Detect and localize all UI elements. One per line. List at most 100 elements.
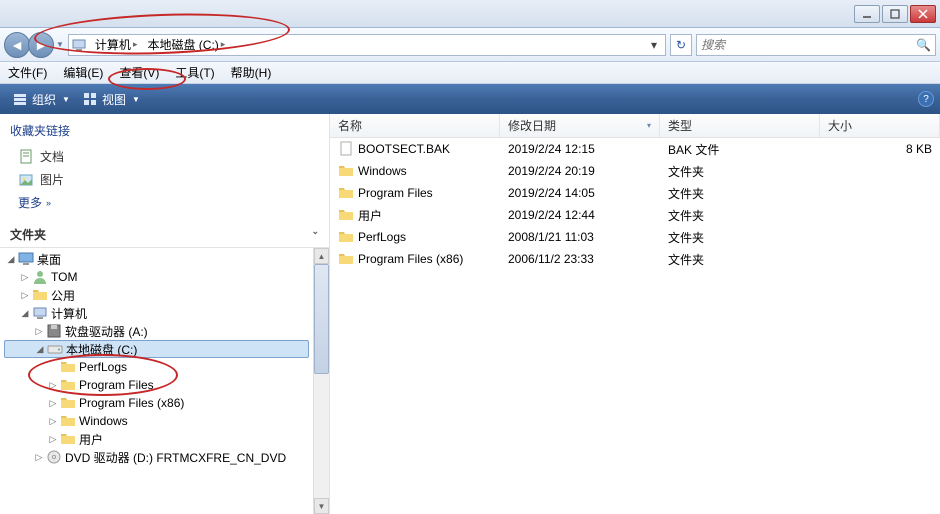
tree-twisty-icon[interactable]: ◢ xyxy=(33,344,47,355)
tree-item--[interactable]: ▷ 用户 xyxy=(4,430,309,448)
tree-item--[interactable]: ◢计算机 xyxy=(4,304,309,322)
document-icon xyxy=(18,149,34,165)
refresh-button[interactable]: ↻ xyxy=(670,34,692,56)
tree-twisty-icon[interactable]: ▷ xyxy=(46,380,60,391)
file-row[interactable]: Program Files2019/2/24 14:05文件夹 xyxy=(330,182,940,204)
menu-file[interactable]: 文件(F) xyxy=(8,64,47,81)
file-name: Program Files xyxy=(358,186,433,200)
menu-edit[interactable]: 编辑(E) xyxy=(63,64,103,81)
breadcrumb-dropdown[interactable]: ▾ xyxy=(645,38,663,52)
tree-twisty-icon[interactable]: ▷ xyxy=(46,416,60,427)
user-icon xyxy=(32,269,48,285)
computer-icon xyxy=(71,37,87,53)
tree-item-windows[interactable]: ▷ Windows xyxy=(4,412,309,430)
favorites-more[interactable]: 更多» xyxy=(10,191,319,214)
views-icon xyxy=(82,91,98,107)
tree-twisty-icon[interactable]: ▷ xyxy=(32,452,46,463)
tree-item--[interactable]: ▷公用 xyxy=(4,286,309,304)
tree-item-program-files-x86-[interactable]: ▷Program Files (x86) xyxy=(4,394,309,412)
search-icon[interactable]: 🔍 xyxy=(916,38,931,52)
tree-item-perflogs[interactable]: PerfLogs xyxy=(4,358,309,376)
column-type[interactable]: 类型 xyxy=(660,114,820,137)
computer-icon xyxy=(32,305,48,321)
file-rows: BOOTSECT.BAK2019/2/24 12:15BAK 文件8 KBWin… xyxy=(330,138,940,514)
scroll-thumb[interactable] xyxy=(314,264,329,374)
forward-button[interactable]: ► xyxy=(28,32,54,58)
file-date: 2019/2/24 12:15 xyxy=(500,142,660,156)
scroll-track[interactable] xyxy=(314,264,329,498)
back-button[interactable]: ◄ xyxy=(4,32,30,58)
tree-twisty-icon[interactable]: ◢ xyxy=(18,308,32,319)
views-button[interactable]: 视图▼ xyxy=(76,89,146,110)
close-button[interactable] xyxy=(910,5,936,23)
file-date: 2019/2/24 20:19 xyxy=(500,164,660,178)
maximize-button[interactable] xyxy=(882,5,908,23)
tree-scrollbar[interactable]: ▲ ▼ xyxy=(313,248,329,514)
tree-item-program-files[interactable]: ▷ Program Files xyxy=(4,376,309,394)
file-size: 8 KB xyxy=(820,142,940,156)
tree-item--a-[interactable]: ▷软盘驱动器 (A:) xyxy=(4,322,309,340)
favorites-header: 收藏夹链接 xyxy=(10,122,319,139)
tree-item-tom[interactable]: ▷TOM xyxy=(4,268,309,286)
menu-help[interactable]: 帮助(H) xyxy=(231,64,272,81)
tree-twisty-icon[interactable]: ◢ xyxy=(4,254,18,265)
file-name: PerfLogs xyxy=(358,230,406,244)
tree-twisty-icon[interactable]: ▷ xyxy=(18,272,32,283)
file-row[interactable]: PerfLogs 2008/1/21 11:03文件夹 xyxy=(330,226,940,248)
chevron-down-icon: ▼ xyxy=(132,95,140,104)
command-bar: 组织▼ 视图▼ ? xyxy=(0,84,940,114)
scroll-down-button[interactable]: ▼ xyxy=(314,498,329,514)
tree-item--c-[interactable]: ◢ 本地磁盘 (C:) xyxy=(4,340,309,358)
menu-view[interactable]: 查看(V) xyxy=(119,64,159,81)
column-headers: 名称 修改日期▾ 类型 大小 xyxy=(330,114,940,138)
tree-item-label: Windows xyxy=(79,414,128,428)
search-input[interactable] xyxy=(701,38,916,52)
folder-icon xyxy=(60,395,76,411)
column-date[interactable]: 修改日期▾ xyxy=(500,114,660,137)
file-row[interactable]: Program Files (x86)2006/11/2 23:33文件夹 xyxy=(330,248,940,270)
file-type: 文件夹 xyxy=(660,251,820,268)
search-box[interactable]: 🔍 xyxy=(696,34,936,56)
minimize-button[interactable] xyxy=(854,5,880,23)
scroll-up-button[interactable]: ▲ xyxy=(314,248,329,264)
file-row[interactable]: Windows2019/2/24 20:19文件夹 xyxy=(330,160,940,182)
tree-item-dvd-d-frtmcxfre_cn_dvd[interactable]: ▷ DVD 驱动器 (D:) FRTMCXFRE_CN_DVD xyxy=(4,448,309,466)
tree-twisty-icon[interactable]: ▷ xyxy=(46,398,60,409)
file-row[interactable]: 用户2019/2/24 12:44文件夹 xyxy=(330,204,940,226)
tree-item-label: PerfLogs xyxy=(79,360,127,374)
collapse-icon[interactable]: ⌄ xyxy=(311,226,319,237)
file-type: 文件夹 xyxy=(660,185,820,202)
tree-item-label: Program Files xyxy=(79,378,154,392)
tree-twisty-icon[interactable]: ▷ xyxy=(18,290,32,301)
menu-bar: 文件(F) 编辑(E) 查看(V) 工具(T) 帮助(H) xyxy=(0,62,940,84)
menu-tools[interactable]: 工具(T) xyxy=(175,64,214,81)
nav-history-dropdown[interactable]: ▼ xyxy=(56,40,64,49)
favorite-label: 图片 xyxy=(40,171,64,188)
file-type: 文件夹 xyxy=(660,229,820,246)
tree-item-label: DVD 驱动器 (D:) FRTMCXFRE_CN_DVD xyxy=(65,449,286,466)
folders-header[interactable]: 文件夹 ⌄ xyxy=(0,220,329,247)
navigation-bar: ◄ ► ▼ 计算机▸ 本地磁盘 (C:)▸ ▾ ↻ 🔍 xyxy=(0,28,940,62)
organize-button[interactable]: 组织▼ xyxy=(6,89,76,110)
breadcrumb[interactable]: 计算机▸ 本地磁盘 (C:)▸ ▾ xyxy=(68,34,666,56)
tree-item-label: 本地磁盘 (C:) xyxy=(66,341,137,358)
dvd-icon xyxy=(46,449,62,465)
breadcrumb-seg-drive[interactable]: 本地磁盘 (C:)▸ xyxy=(143,36,231,53)
column-size[interactable]: 大小 xyxy=(820,114,940,137)
favorite-label: 文档 xyxy=(40,148,64,165)
file-name: BOOTSECT.BAK xyxy=(358,142,450,156)
help-button[interactable]: ? xyxy=(918,91,934,107)
favorite-documents[interactable]: 文档 xyxy=(10,145,319,168)
tree-item--[interactable]: ◢桌面 xyxy=(4,250,309,268)
favorite-pictures[interactable]: 图片 xyxy=(10,168,319,191)
drive-icon xyxy=(47,341,63,357)
tree-item-label: 用户 xyxy=(79,431,103,448)
file-row[interactable]: BOOTSECT.BAK2019/2/24 12:15BAK 文件8 KB xyxy=(330,138,940,160)
file-date: 2008/1/21 11:03 xyxy=(500,230,660,244)
column-name[interactable]: 名称 xyxy=(330,114,500,137)
tree-twisty-icon[interactable]: ▷ xyxy=(32,326,46,337)
tree-twisty-icon[interactable]: ▷ xyxy=(46,434,60,445)
folder-icon xyxy=(338,251,354,267)
breadcrumb-seg-computer[interactable]: 计算机▸ xyxy=(91,36,144,53)
breadcrumb-sep-icon: ▸ xyxy=(133,39,138,50)
